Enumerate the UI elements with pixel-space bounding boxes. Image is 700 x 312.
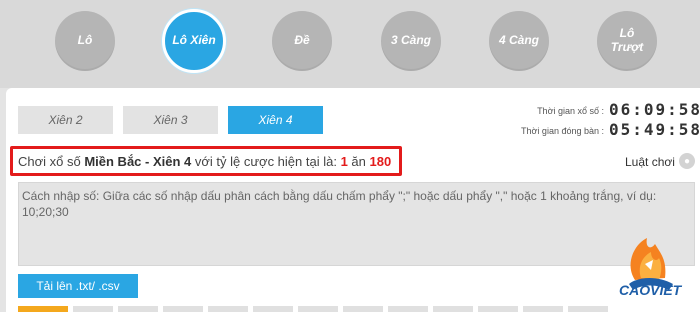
nav-item-label: Đề xyxy=(294,33,310,48)
tab-label: Xiên 3 xyxy=(153,113,188,127)
nav-item-label: Lô Xiên xyxy=(172,33,216,48)
numbers-input[interactable] xyxy=(18,182,695,266)
bottom-tile xyxy=(478,306,518,312)
bottom-tile xyxy=(163,306,203,312)
rate-middle: với tỷ lệ cược hiện tại là: xyxy=(191,154,341,169)
bottom-tile xyxy=(208,306,248,312)
upload-file-button[interactable]: Tải lên .txt/ .csv xyxy=(18,274,138,298)
rate-text: Chơi xổ số Miền Bắc - Xiên 4 với tỷ lệ c… xyxy=(18,154,391,169)
bottom-tile xyxy=(523,306,563,312)
close-time-value: 05:49:58 xyxy=(609,120,700,139)
rate-stake: 1 xyxy=(340,154,348,169)
draw-time-value: 06:09:58 xyxy=(609,100,700,119)
tab-label: Xiên 4 xyxy=(258,113,293,127)
tab-xien-2[interactable]: Xiên 2 xyxy=(18,106,113,134)
tab-label: Xiên 2 xyxy=(48,113,83,127)
rules-link[interactable]: Luật chơi xyxy=(625,155,675,169)
bottom-tile xyxy=(18,306,68,312)
rate-prefix: Chơi xổ số xyxy=(18,154,85,169)
nav-item-label: 4 Càng xyxy=(498,33,539,48)
nav-item-de[interactable]: Đề xyxy=(272,11,332,71)
logo-text: CAOVIET xyxy=(619,282,682,298)
bottom-tile xyxy=(388,306,428,312)
nav-item-label: Lô xyxy=(77,33,93,48)
game-type-nav: Lô Lô Xiên Đề 3 Càng 4 Càng Lô Trượt xyxy=(0,0,700,88)
bottom-tile xyxy=(343,306,383,312)
nav-item-lo[interactable]: Lô xyxy=(55,11,115,71)
draw-time-label: Thời gian xổ số : xyxy=(537,106,604,116)
bottom-tile xyxy=(73,306,113,312)
rate-game: Miền Bắc - Xiên 4 xyxy=(84,154,192,169)
nav-item-label: Lô Trượt xyxy=(610,26,644,54)
bottom-tile xyxy=(568,306,608,312)
tab-xien-4[interactable]: Xiên 4 xyxy=(228,106,323,134)
rules-icon[interactable]: ● xyxy=(679,153,695,169)
rate-payout: 180 xyxy=(369,154,392,169)
bottom-tile xyxy=(253,306,293,312)
nav-item-lo-truot[interactable]: Lô Trượt xyxy=(597,11,657,71)
nav-item-4-cang[interactable]: 4 Càng xyxy=(489,11,549,71)
nav-item-label: 3 Càng xyxy=(390,33,431,48)
rate-sep: ăn xyxy=(347,154,370,169)
nav-item-lo-xien[interactable]: Lô Xiên xyxy=(162,9,226,73)
close-time-label: Thời gian đóng bàn : xyxy=(521,126,604,136)
bottom-tile xyxy=(118,306,158,312)
tab-xien-3[interactable]: Xiên 3 xyxy=(123,106,218,134)
bottom-tile xyxy=(433,306,473,312)
nav-item-3-cang[interactable]: 3 Càng xyxy=(381,11,441,71)
bottom-tile xyxy=(298,306,338,312)
